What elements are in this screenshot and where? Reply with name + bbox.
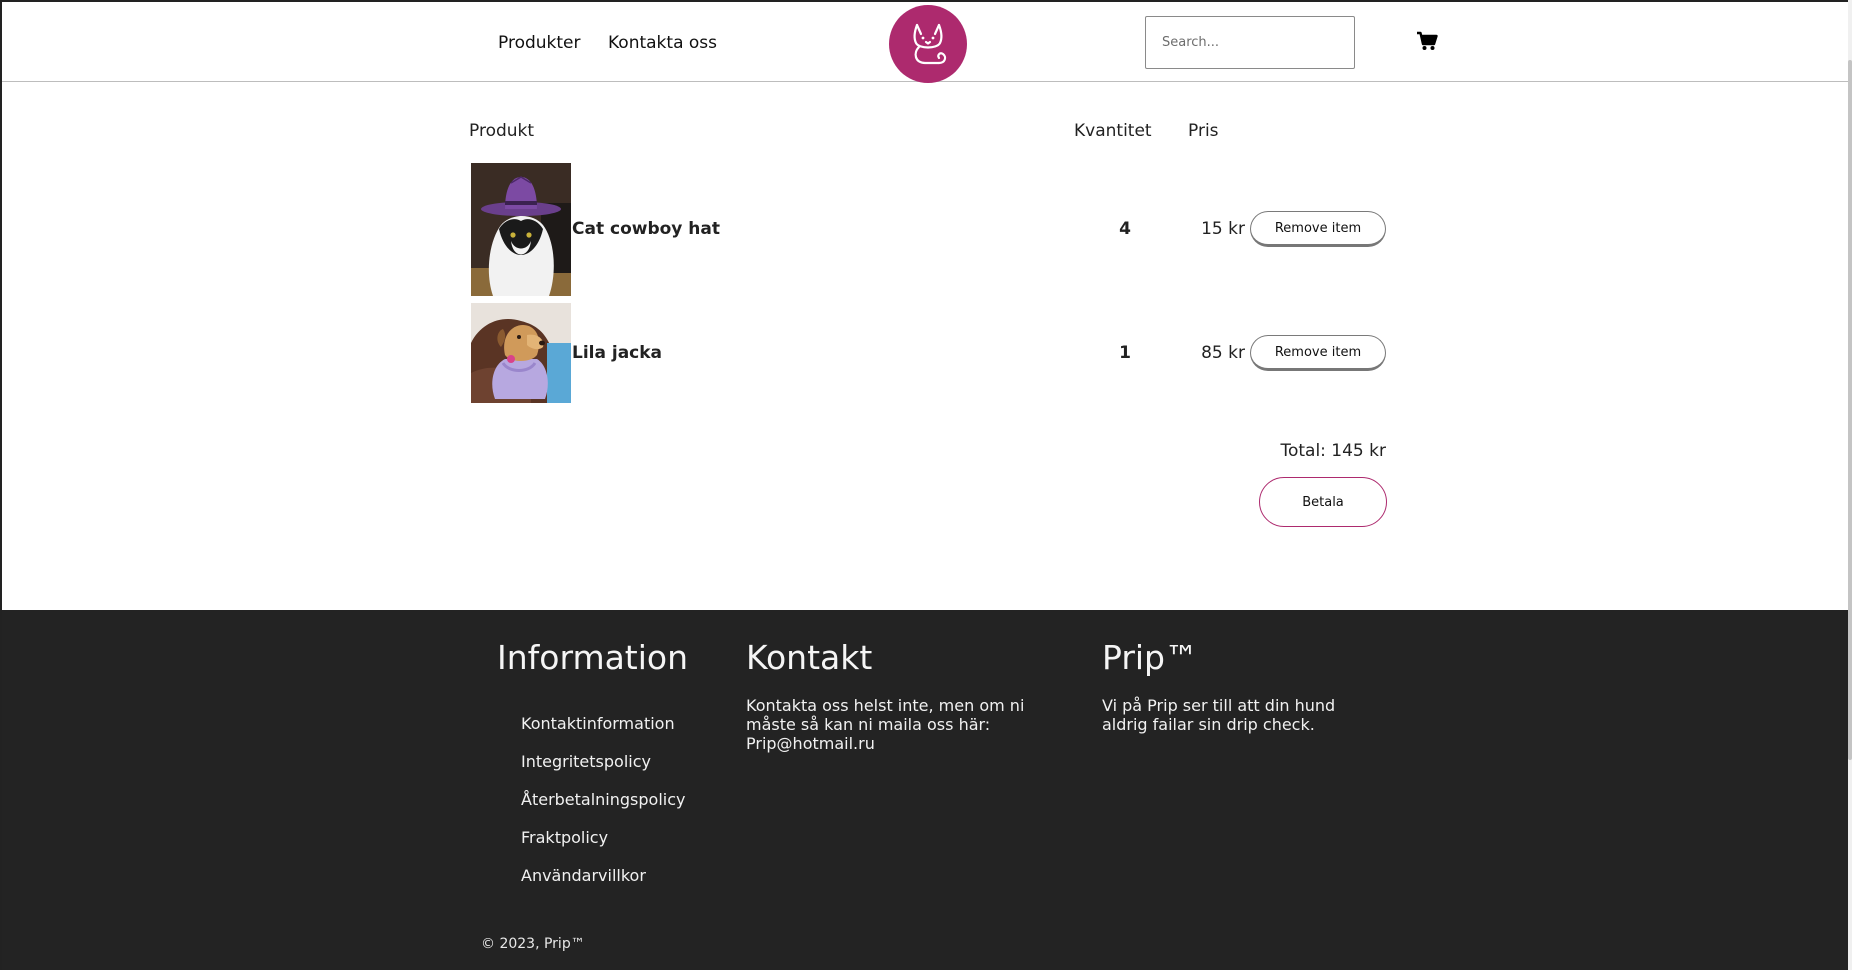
shopping-cart-icon[interactable] <box>1416 30 1438 52</box>
product-quantity: 4 <box>1119 219 1131 239</box>
cart-item-row: Cat cowboy hat 4 15 kr Remove item <box>470 163 1390 296</box>
product-quantity: 1 <box>1119 343 1131 363</box>
footer-link-aterbetalningspolicy[interactable]: Återbetalningspolicy <box>521 790 685 809</box>
cart-total: Total: 145 kr <box>1280 441 1386 461</box>
footer-link-integritetspolicy[interactable]: Integritetspolicy <box>521 752 651 771</box>
nav-link-kontakta-oss[interactable]: Kontakta oss <box>608 33 717 53</box>
cat-logo-icon[interactable] <box>889 5 967 83</box>
footer-kontakt-heading: Kontakt <box>746 638 873 677</box>
scrollbar-thumb[interactable] <box>1848 60 1852 760</box>
footer-information-heading: Information <box>497 638 689 677</box>
footer-copyright: © 2023, Prip™ <box>481 936 585 952</box>
search-input[interactable] <box>1145 16 1355 69</box>
nav-link-produkter[interactable]: Produkter <box>498 33 581 53</box>
product-image-cat-cowboy-hat <box>471 163 571 296</box>
product-image-lila-jacka <box>471 303 571 403</box>
footer-link-anvandarvillkor[interactable]: Användarvillkor <box>521 866 646 885</box>
column-header-kvantitet: Kvantitet <box>1074 121 1152 141</box>
footer-link-kontaktinformation[interactable]: Kontaktinformation <box>521 714 675 733</box>
site-header: Produkter Kontakta oss <box>2 2 1848 83</box>
footer-prip-text: Vi på Prip ser till att din hund aldrig … <box>1102 696 1336 734</box>
footer-prip-heading: Prip™ <box>1102 638 1199 677</box>
cart-item-row: Lila jacka 1 85 kr Remove item <box>470 303 1390 404</box>
footer-link-fraktpolicy[interactable]: Fraktpolicy <box>521 828 608 847</box>
footer-kontakt-text: Kontakta oss helst inte, men om ni måste… <box>746 696 1025 753</box>
pay-button[interactable]: Betala <box>1259 477 1387 527</box>
page-scrollbar[interactable] <box>1848 0 1852 970</box>
site-footer: Information Kontaktinformation Integrite… <box>2 610 1848 970</box>
remove-item-button[interactable]: Remove item <box>1250 211 1386 247</box>
column-header-produkt: Produkt <box>469 121 535 141</box>
column-header-pris: Pris <box>1188 121 1219 141</box>
product-name: Cat cowboy hat <box>572 219 721 239</box>
footer-information-links: Kontaktinformation Integritetspolicy Åte… <box>521 714 685 904</box>
remove-item-button[interactable]: Remove item <box>1250 335 1386 371</box>
product-name: Lila jacka <box>572 343 663 363</box>
